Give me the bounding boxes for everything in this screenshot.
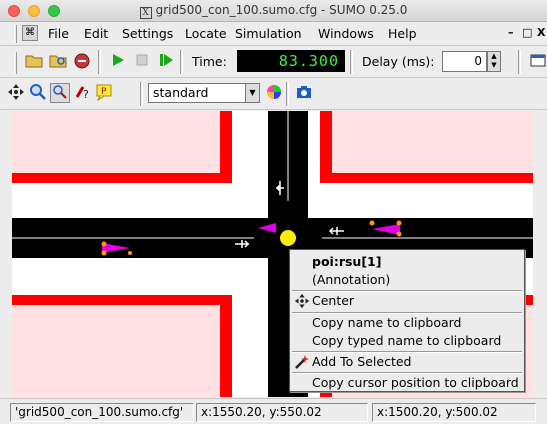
curb xyxy=(220,111,232,183)
app-menu-icon[interactable]: ⌘ xyxy=(22,25,38,41)
delay-spinner[interactable]: ▲ ▼ xyxy=(487,51,501,72)
chevron-down-icon: ▼ xyxy=(245,84,259,102)
curb xyxy=(12,295,226,305)
main-toolbar: Time: 83.300 Delay (ms): 0 ▲ ▼ xyxy=(0,46,547,78)
building-block xyxy=(12,299,226,397)
zoom-magnifier-icon[interactable] xyxy=(28,83,48,103)
menu-help[interactable]: Help xyxy=(388,26,417,41)
curb xyxy=(320,111,332,183)
x11-icon: X xyxy=(139,7,152,19)
toolbar-separator xyxy=(286,82,289,106)
vehicle-light xyxy=(101,241,107,247)
vehicle-light xyxy=(101,250,107,256)
ctx-title: poi:rsu[1] xyxy=(312,254,382,269)
ctx-add-selected-item[interactable]: Add To Selected xyxy=(290,353,524,371)
new-view-icon[interactable] xyxy=(528,52,547,72)
menu-bar: ⌘ File Edit Settings Locate Simulation W… xyxy=(0,22,547,46)
toolbar-grip[interactable] xyxy=(14,52,17,74)
ctx-subtitle: (Annotation) xyxy=(312,272,391,287)
step-icon[interactable] xyxy=(156,52,176,72)
svg-text:?: ? xyxy=(83,88,89,101)
poi-rsu-marker[interactable] xyxy=(280,230,296,246)
close-sim-icon[interactable] xyxy=(72,52,92,72)
window-title-text: grid500_con_100.sumo.cfg - SUMO 0.25.0 xyxy=(155,3,408,17)
ctx-copy-typed-name-item[interactable]: Copy typed name to clipboard xyxy=(290,332,524,350)
building-block xyxy=(12,111,226,177)
curb xyxy=(12,173,226,183)
reload-icon[interactable] xyxy=(48,52,68,72)
stop-icon[interactable] xyxy=(132,52,152,72)
locate-poi-icon[interactable]: P xyxy=(94,83,114,103)
ctx-center-label: Center xyxy=(312,293,355,308)
menubar-grip[interactable] xyxy=(14,25,17,43)
toolbar-separator xyxy=(98,50,101,74)
title-bar: Xgrid500_con_100.sumo.cfg - SUMO 0.25.0 xyxy=(0,0,547,22)
toolbar-separator xyxy=(518,50,521,74)
mdi-close-button[interactable]: X xyxy=(537,26,545,39)
curb xyxy=(220,295,232,397)
menu-locate[interactable]: Locate xyxy=(185,26,227,41)
toolbar-separator xyxy=(350,50,353,74)
edit-coloring-icon[interactable] xyxy=(264,83,284,103)
status-config-file: 'grid500_con_100.sumo.cfg' xyxy=(10,403,194,422)
menu-windows[interactable]: Windows xyxy=(318,26,374,41)
ctx-copy-name-item[interactable]: Copy name to clipboard xyxy=(290,314,524,332)
delay-input[interactable]: 0 xyxy=(442,51,487,72)
delay-label: Delay (ms): xyxy=(362,54,435,69)
vehicle-light xyxy=(128,251,132,255)
status-bar: 'grid500_con_100.sumo.cfg' x:1550.20, y:… xyxy=(0,398,547,424)
curb xyxy=(320,173,533,183)
context-menu: poi:rsu[1] (Annotation) Center Copy name… xyxy=(289,249,525,392)
status-position-2: x:1500.20, y:500.02 xyxy=(372,403,536,422)
ctx-center-item[interactable]: Center xyxy=(290,292,524,310)
toolbar-separator xyxy=(180,50,183,74)
time-label: Time: xyxy=(192,54,227,69)
time-display: 83.300 xyxy=(237,50,345,72)
recenter-view-icon[interactable] xyxy=(6,83,26,103)
mdi-restore-button[interactable]: □ xyxy=(522,26,532,39)
menu-file[interactable]: File xyxy=(48,26,69,41)
view-toolbar: ? P standard ▼ xyxy=(0,78,547,110)
color-scheme-select[interactable]: standard ▼ xyxy=(148,83,260,103)
color-scheme-value: standard xyxy=(153,85,209,100)
locate-junction-icon[interactable] xyxy=(50,83,70,103)
status-position-1: x:1550.20, y:550.02 xyxy=(196,403,368,422)
run-icon[interactable] xyxy=(108,52,128,72)
recenter-icon xyxy=(294,293,310,314)
building-block xyxy=(326,111,533,177)
menu-settings[interactable]: Settings xyxy=(122,26,173,41)
open-folder-icon[interactable] xyxy=(24,52,44,72)
menu-edit[interactable]: Edit xyxy=(84,26,108,41)
toolbar-separator xyxy=(140,82,143,106)
ctx-add-selected-label: Add To Selected xyxy=(312,354,412,369)
menu-simulation[interactable]: Simulation xyxy=(235,26,302,41)
vehicle-light xyxy=(369,220,375,226)
locate-edge-icon[interactable]: ? xyxy=(72,83,92,103)
vehicle-light xyxy=(396,220,402,226)
vehicle-light xyxy=(396,231,402,237)
screenshot-camera-icon[interactable] xyxy=(294,83,314,103)
ctx-copy-cursor-item[interactable]: Copy cursor position to clipboard xyxy=(290,374,524,392)
mdi-minimize-button[interactable]: – xyxy=(508,26,514,39)
window-title: Xgrid500_con_100.sumo.cfg - SUMO 0.25.0 xyxy=(0,3,547,19)
svg-text:P: P xyxy=(101,87,107,97)
